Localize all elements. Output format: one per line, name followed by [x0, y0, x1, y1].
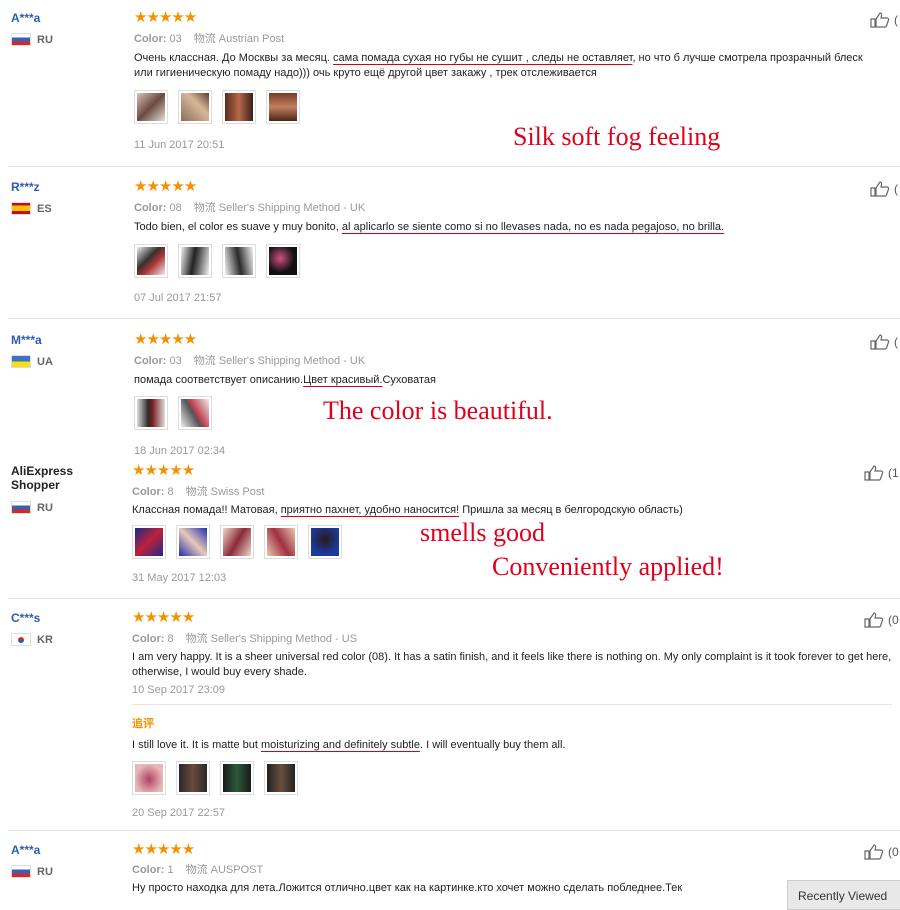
review-meta: Color: 8 物流 Seller's Shipping Method - US — [132, 633, 358, 645]
review-text: I am very happy. It is a sheer universal… — [132, 651, 892, 678]
review-photo[interactable] — [132, 761, 166, 795]
review-photo[interactable] — [178, 396, 212, 430]
review-date: 10 Sep 2017 23:09 — [132, 684, 225, 696]
review-date: 07 Jul 2017 21:57 — [134, 292, 222, 304]
review-date: 31 May 2017 12:03 — [132, 572, 227, 584]
helpful-button[interactable]: (1 — [864, 465, 899, 481]
review-photo[interactable] — [134, 244, 168, 278]
review-divider — [8, 830, 900, 831]
review-photo[interactable] — [308, 525, 342, 559]
review-meta: Color: 8 物流 Swiss Post — [132, 486, 265, 498]
review-photos — [134, 396, 212, 430]
reviewer-country: RU — [11, 865, 53, 878]
review-photos — [134, 244, 300, 278]
helpful-button[interactable]: ( — [870, 334, 898, 350]
flag-ru-icon — [11, 865, 31, 878]
reviewer-name: C***s — [11, 611, 41, 625]
thumbs-up-icon — [864, 465, 884, 481]
reviewer-name: A***a — [11, 11, 41, 25]
flag-kr-icon — [11, 633, 31, 646]
review-photo[interactable] — [264, 761, 298, 795]
review-date: 18 Jun 2017 02:34 — [134, 445, 226, 457]
review-photo[interactable] — [132, 525, 166, 559]
star-rating: ★★★★★ — [132, 609, 195, 626]
review-photos — [132, 761, 298, 795]
reviewer-name: A***a — [11, 843, 41, 857]
star-rating: ★★★★★ — [134, 9, 197, 26]
reviewer-name: R***z — [11, 180, 40, 194]
review-photo[interactable] — [178, 90, 212, 124]
reviewer-country: UA — [11, 355, 53, 368]
star-rating: ★★★★★ — [134, 331, 197, 348]
flag-ua-icon — [11, 355, 31, 368]
annotation-beautiful: The color is beautiful. — [323, 396, 553, 425]
annotation-silk: Silk soft fog feeling — [513, 122, 721, 151]
recently-viewed-tab[interactable]: Recently Viewed — [787, 880, 900, 910]
review-meta: Color: 1 物流 AUSPOST — [132, 864, 264, 876]
reviewer-country: KR — [11, 633, 53, 646]
reviewer-name: M***a — [11, 333, 42, 347]
helpful-button[interactable]: ( — [870, 181, 898, 197]
review-text: Классная помада!! Матовая, приятно пахне… — [132, 504, 683, 516]
review-photo[interactable] — [134, 396, 168, 430]
reviewer-country: ES — [11, 202, 52, 215]
review-photo[interactable] — [222, 90, 256, 124]
star-rating: ★★★★★ — [134, 178, 197, 195]
review-photo[interactable] — [134, 90, 168, 124]
flag-es-icon — [11, 202, 31, 215]
review-text: Очень классная. До Москвы за месяц. сама… — [134, 52, 863, 79]
review-divider — [8, 598, 900, 599]
review-photo[interactable] — [266, 244, 300, 278]
followup-text: I still love it. It is matte but moistur… — [132, 739, 566, 751]
review-photo[interactable] — [220, 525, 254, 559]
review-photo[interactable] — [176, 525, 210, 559]
review-meta: Color: 03 物流 Seller's Shipping Method - U… — [134, 355, 366, 367]
review-photos — [132, 525, 342, 559]
star-rating: ★★★★★ — [132, 462, 195, 479]
review-text: помада соответствует описанию.Цвет краси… — [134, 374, 437, 386]
followup-date: 20 Sep 2017 22:57 — [132, 807, 225, 819]
annotation-smells: smells good — [420, 518, 545, 547]
flag-ru-icon — [11, 33, 31, 46]
thumbs-up-icon — [870, 181, 890, 197]
review-meta: Color: 08 物流 Seller's Shipping Method - U… — [134, 202, 366, 214]
review-photo[interactable] — [266, 90, 300, 124]
review-text: Ну просто находка для лета.Ложится отлич… — [132, 882, 683, 894]
flag-ru-icon — [11, 501, 31, 514]
review-meta: Color: 03 物流 Austrian Post — [134, 33, 285, 45]
helpful-button[interactable]: (0 — [864, 844, 899, 860]
review-photo[interactable] — [264, 525, 298, 559]
helpful-button[interactable]: ( — [870, 12, 898, 28]
followup-title: 追评 — [132, 718, 154, 730]
review-photo[interactable] — [222, 244, 256, 278]
reviewer-country: RU — [11, 501, 53, 514]
review-photo[interactable] — [176, 761, 210, 795]
review-date: 11 Jun 2017 20:51 — [134, 139, 225, 151]
thumbs-up-icon — [864, 844, 884, 860]
review-divider — [8, 166, 900, 167]
annotation-applied: Conveniently applied! — [492, 552, 724, 581]
star-rating: ★★★★★ — [132, 841, 195, 858]
review-text: Todo bien, el color es suave y muy bonit… — [134, 221, 725, 233]
review-photo[interactable] — [220, 761, 254, 795]
thumbs-up-icon — [870, 334, 890, 350]
reviewer-country: RU — [11, 33, 53, 46]
review-divider — [8, 318, 900, 319]
thumbs-up-icon — [864, 612, 884, 628]
review-photos — [134, 90, 300, 124]
review-photo[interactable] — [178, 244, 212, 278]
reviewer-name: AliExpress Shopper — [11, 464, 74, 492]
helpful-button[interactable]: (0 — [864, 612, 899, 628]
append-divider — [132, 704, 892, 705]
thumbs-up-icon — [870, 12, 890, 28]
